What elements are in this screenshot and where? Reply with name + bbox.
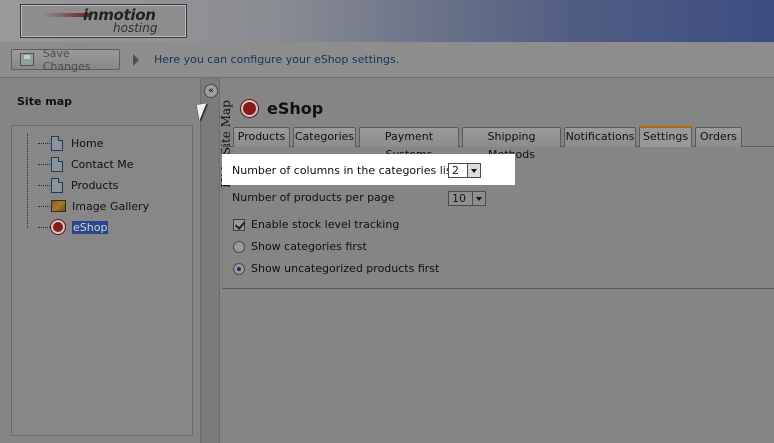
sidebar-item-label: Image Gallery (72, 199, 150, 213)
sidebar-item-contact-me[interactable]: Contact Me (38, 155, 134, 173)
toolbar-info-text: Here you can configure your eShop settin… (154, 53, 400, 66)
products-per-page-label: Number of products per page (232, 191, 395, 204)
hide-site-map-strip[interactable] (200, 78, 220, 443)
page-icon (51, 177, 63, 193)
sidebar-item-label: Contact Me (71, 157, 134, 171)
sidebar-item-image-gallery[interactable]: Image Gallery (38, 197, 149, 215)
tab-notifications[interactable]: Notifications (564, 127, 636, 147)
show-categories-first-radio[interactable] (233, 241, 245, 253)
page-icon (51, 135, 63, 151)
show-uncategorized-first-radio[interactable] (233, 263, 245, 275)
save-changes-label: Save Changes (42, 46, 91, 73)
tree-connector (27, 133, 28, 228)
chevron-down-icon[interactable] (472, 192, 485, 205)
page-icon (51, 156, 63, 172)
save-icon (20, 53, 34, 66)
tab-shipping-methods[interactable]: Shipping Methods (462, 127, 561, 161)
eshop-logo-icon (241, 100, 258, 117)
columns-select-value: 2 (452, 164, 459, 177)
chevron-down-icon[interactable] (467, 164, 480, 177)
app-header: inmotion hosting (0, 0, 774, 42)
logo-subtitle: hosting (113, 21, 158, 35)
sidebar-title: Site map (17, 95, 72, 108)
site-map-tree: Home Contact Me Products Image Gallery e… (11, 125, 193, 436)
eshop-icon (51, 220, 65, 234)
tab-categories[interactable]: Categories (293, 127, 356, 147)
show-categories-first-label: Show categories first (251, 240, 367, 253)
sidebar-item-label: Home (71, 136, 104, 150)
products-per-page-select[interactable]: 10 (448, 191, 486, 206)
sidebar-item-home[interactable]: Home (38, 134, 103, 152)
columns-setting-label: Number of columns in the categories list (232, 164, 456, 177)
toolbar-arrow-icon (133, 53, 141, 67)
sidebar-item-eshop[interactable]: eShop (38, 218, 109, 236)
products-per-page-value: 10 (452, 192, 466, 205)
tab-orders[interactable]: Orders (695, 127, 742, 147)
sidebar-item-label: eShop (72, 220, 109, 234)
tab-settings[interactable]: Settings (639, 126, 692, 147)
tab-payment-systems[interactable]: Payment Systems (359, 127, 459, 161)
stock-tracking-checkbox[interactable] (233, 219, 245, 231)
sidebar-item-label: Products (71, 178, 119, 192)
tab-products[interactable]: Products (233, 127, 290, 147)
columns-select[interactable]: 2 (448, 163, 481, 178)
page-title: eShop (267, 99, 324, 118)
inmotion-logo[interactable]: inmotion hosting (20, 4, 187, 38)
collapse-chevron-icon[interactable]: « (204, 84, 218, 98)
show-uncategorized-first-label: Show uncategorized products first (251, 262, 440, 275)
stock-tracking-label: Enable stock level tracking (251, 218, 400, 231)
sidebar-item-products[interactable]: Products (38, 176, 119, 194)
gallery-icon (51, 200, 66, 212)
toolbar: Save Changes Here you can configure your… (0, 42, 774, 78)
save-changes-button[interactable]: Save Changes (11, 46, 120, 73)
